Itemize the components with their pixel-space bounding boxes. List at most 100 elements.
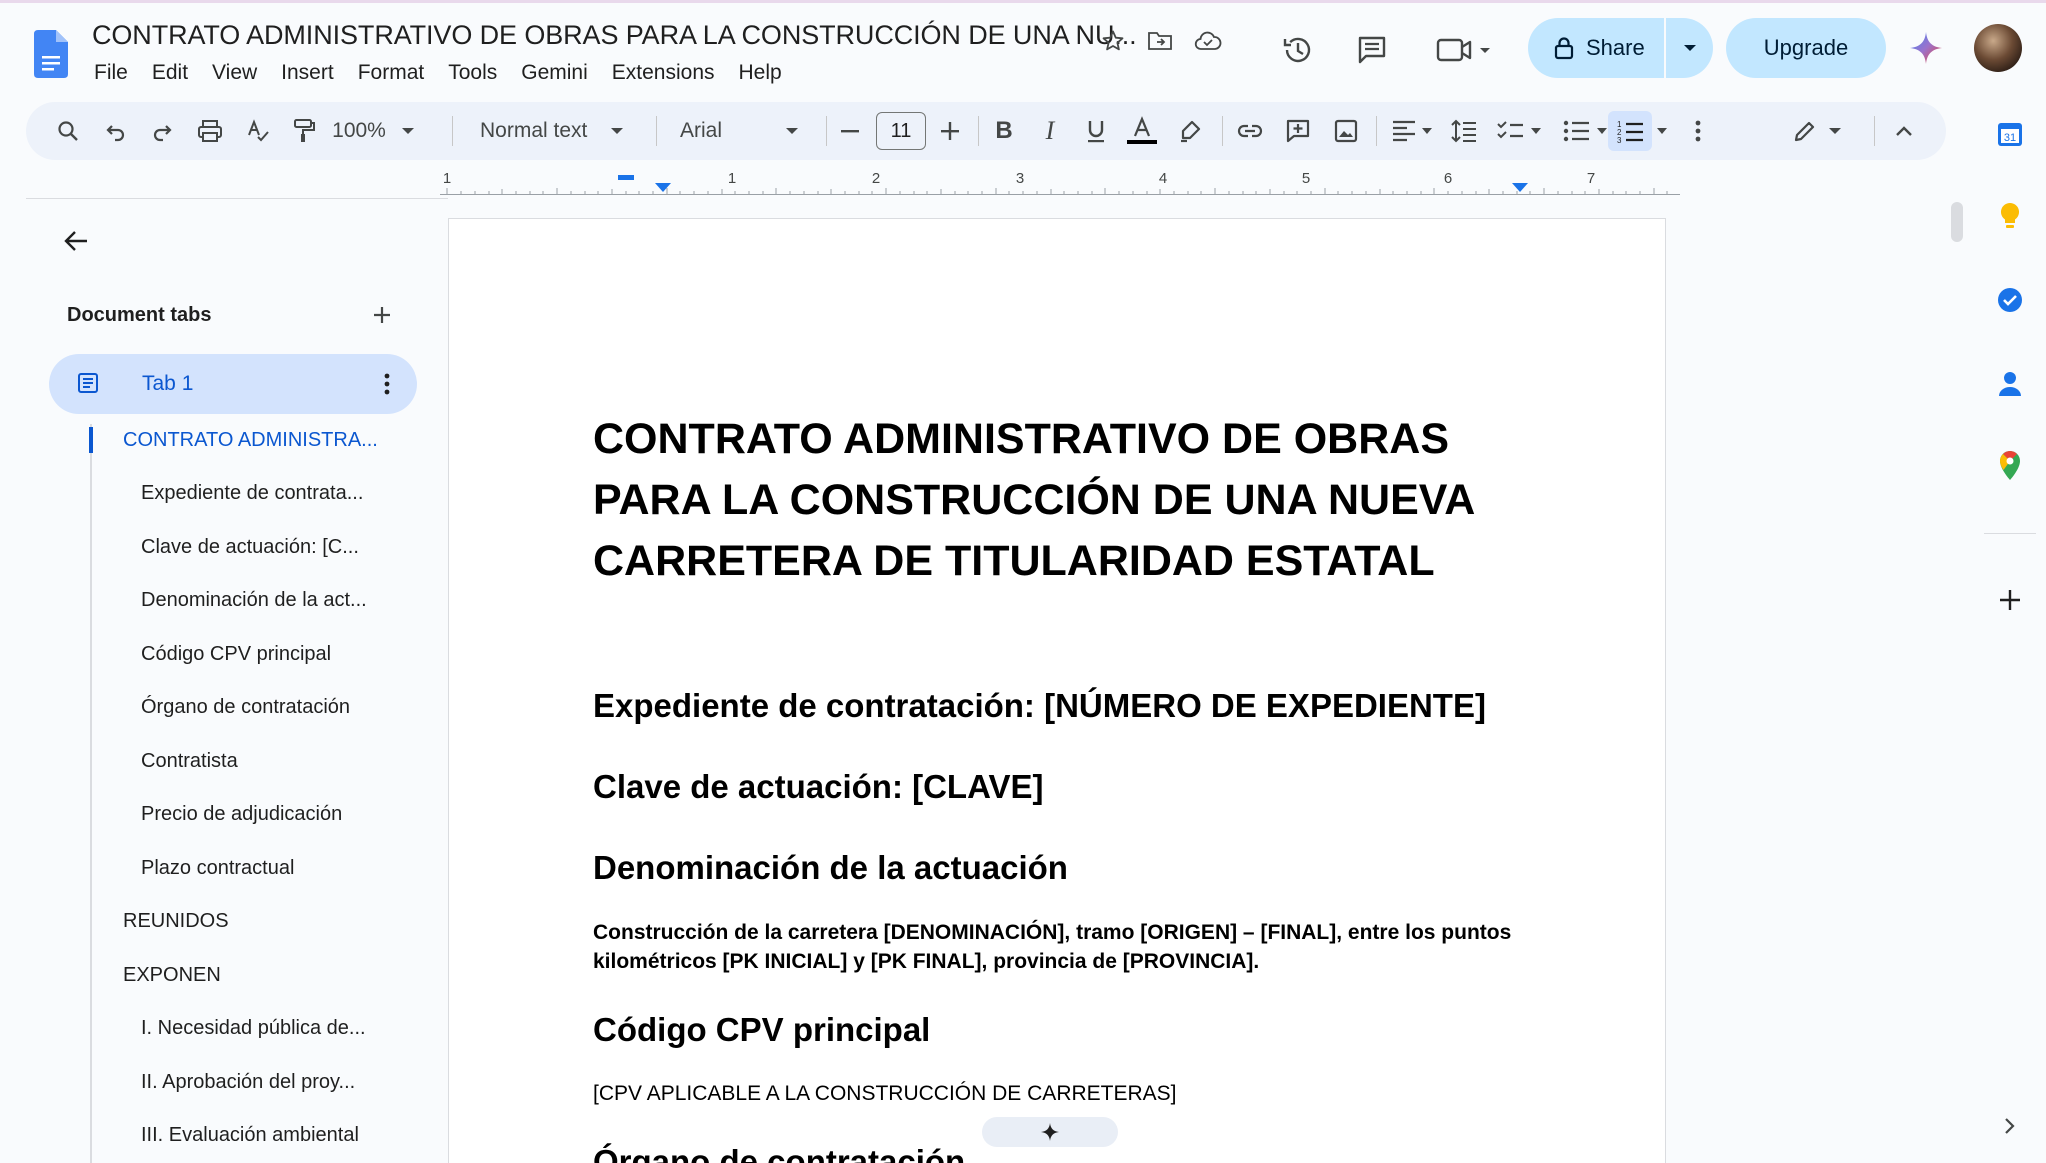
version-history-icon[interactable] xyxy=(1276,28,1320,72)
outline-item-aprobacion[interactable]: II. Aprobación del proy... xyxy=(141,1071,355,1094)
outline-item-expediente[interactable]: Expediente de contrata... xyxy=(141,482,363,505)
pencil-icon xyxy=(1794,121,1815,142)
heading-clave[interactable]: Clave de actuación: [CLAVE] xyxy=(593,768,1043,806)
editing-mode-select[interactable] xyxy=(1782,111,1852,151)
account-avatar[interactable] xyxy=(1974,24,2022,72)
gemini-icon[interactable] xyxy=(1908,30,1944,66)
move-to-folder-icon[interactable] xyxy=(1145,26,1175,56)
ruler-number: 1 xyxy=(442,170,452,187)
zoom-select[interactable]: 100% xyxy=(328,111,418,151)
gemini-assist-button[interactable] xyxy=(982,1117,1118,1147)
comments-icon[interactable] xyxy=(1350,28,1394,72)
share-dropdown-button[interactable] xyxy=(1666,18,1713,78)
line-spacing-icon[interactable] xyxy=(1444,111,1484,151)
calendar-day: 31 xyxy=(2004,132,2016,144)
redo-icon[interactable] xyxy=(142,111,182,151)
paragraph-style-select[interactable]: Normal text xyxy=(470,111,650,151)
document-title-heading[interactable]: CONTRATO ADMINISTRATIVO DE OBRAS PARA LA… xyxy=(593,409,1553,592)
spellcheck-icon[interactable] xyxy=(238,111,278,151)
keep-icon[interactable] xyxy=(1990,196,2030,236)
cloud-saved-icon[interactable] xyxy=(1193,26,1223,56)
heading-organo[interactable]: Órgano de contratación xyxy=(593,1143,965,1163)
ruler[interactable]: 1 1 2 3 4 5 6 7 xyxy=(440,170,1680,196)
docs-logo-icon[interactable] xyxy=(34,30,68,78)
vertical-scrollbar-thumb[interactable] xyxy=(1951,202,1963,242)
increase-font-size-icon[interactable] xyxy=(932,111,968,151)
tab-1[interactable]: Tab 1 xyxy=(49,354,417,414)
insert-comment-icon[interactable] xyxy=(1278,111,1318,151)
outline-item-denominacion[interactable]: Denominación de la act... xyxy=(141,589,367,612)
italic-icon[interactable]: I xyxy=(1030,111,1070,151)
document-title[interactable]: CONTRATO ADMINISTRATIVO DE OBRAS PARA LA… xyxy=(92,20,1137,51)
menu-view[interactable]: View xyxy=(200,58,269,88)
menu-file[interactable]: File xyxy=(82,58,140,88)
paragraph-denominacion[interactable]: Construcción de la carretera [DENOMINACI… xyxy=(593,918,1553,976)
paint-format-icon[interactable] xyxy=(284,111,324,151)
bold-icon[interactable]: B xyxy=(984,111,1024,151)
tasks-icon[interactable] xyxy=(1990,280,2030,320)
outline-item-clave[interactable]: Clave de actuación: [C... xyxy=(141,536,359,559)
decrease-font-size-icon[interactable] xyxy=(832,111,868,151)
insert-image-icon[interactable] xyxy=(1326,111,1366,151)
document-page[interactable]: CONTRATO ADMINISTRATIVO DE OBRAS PARA LA… xyxy=(448,218,1666,1163)
hide-side-panel-chevron-icon[interactable] xyxy=(1996,1112,2024,1140)
star-icon[interactable] xyxy=(1098,26,1128,56)
outline-item-title[interactable]: CONTRATO ADMINISTRA... xyxy=(123,429,378,452)
ruler-number: 6 xyxy=(1443,170,1453,187)
outline-item-evaluacion[interactable]: III. Evaluación ambiental xyxy=(141,1124,359,1147)
formatting-toolbar: 100% Normal text Arial 11 B I 1 2 3 xyxy=(26,102,1946,160)
share-main-button[interactable]: Share xyxy=(1528,18,1666,78)
get-add-ons-icon[interactable] xyxy=(1990,580,2030,620)
svg-text:3: 3 xyxy=(1617,136,1622,143)
calendar-icon[interactable]: 31 xyxy=(1990,114,2030,154)
search-menus-icon[interactable] xyxy=(48,111,88,151)
back-arrow-icon[interactable] xyxy=(56,221,96,261)
highlight-color-icon[interactable] xyxy=(1170,111,1210,151)
outline-item-plazo[interactable]: Plazo contractual xyxy=(141,857,294,880)
paragraph-cpv[interactable]: [CPV APLICABLE A LA CONSTRUCCIÓN DE CARR… xyxy=(593,1079,1553,1108)
heading-cpv[interactable]: Código CPV principal xyxy=(593,1011,930,1049)
numbered-list-dropdown[interactable] xyxy=(1652,111,1672,151)
caret-down-icon xyxy=(1829,128,1841,134)
contacts-icon[interactable] xyxy=(1990,364,2030,404)
outline-item-reunidos[interactable]: REUNIDOS xyxy=(123,910,229,933)
undo-icon[interactable] xyxy=(96,111,136,151)
font-family-value: Arial xyxy=(680,119,723,142)
caret-down-icon xyxy=(786,128,799,134)
outline-item-contratista[interactable]: Contratista xyxy=(141,750,238,773)
insert-link-icon[interactable] xyxy=(1230,111,1270,151)
add-tab-icon[interactable] xyxy=(364,297,400,333)
menu-help[interactable]: Help xyxy=(727,58,794,88)
font-size-input[interactable]: 11 xyxy=(876,112,926,150)
share-button[interactable]: Share xyxy=(1528,18,1713,78)
caret-down-icon xyxy=(611,128,624,134)
menu-format[interactable]: Format xyxy=(346,58,437,88)
heading-denominacion[interactable]: Denominación de la actuación xyxy=(593,849,1068,887)
outline-item-precio[interactable]: Precio de adjudicación xyxy=(141,803,342,826)
maps-icon[interactable] xyxy=(1990,446,2030,486)
outline-item-exponen[interactable]: EXPONEN xyxy=(123,964,221,987)
outline-item-organo[interactable]: Órgano de contratación xyxy=(141,696,350,719)
menu-insert[interactable]: Insert xyxy=(269,58,346,88)
menu-extensions[interactable]: Extensions xyxy=(600,58,727,88)
numbered-list-button[interactable]: 123 xyxy=(1608,111,1652,151)
bulleted-list-select[interactable] xyxy=(1554,111,1616,151)
menu-edit[interactable]: Edit xyxy=(140,58,200,88)
tab-options-icon[interactable] xyxy=(371,368,403,400)
text-color-icon[interactable] xyxy=(1122,111,1162,151)
align-select[interactable] xyxy=(1384,111,1440,151)
outline-item-necesidad[interactable]: I. Necesidad pública de... xyxy=(141,1017,366,1040)
upgrade-button[interactable]: Upgrade xyxy=(1726,18,1886,78)
heading-expediente[interactable]: Expediente de contratación: [NÚMERO DE E… xyxy=(593,687,1486,725)
menu-tools[interactable]: Tools xyxy=(436,58,509,88)
print-icon[interactable] xyxy=(190,111,230,151)
outline-item-cpv[interactable]: Código CPV principal xyxy=(141,643,331,666)
checklist-select[interactable] xyxy=(1488,111,1550,151)
meet-icon[interactable] xyxy=(1432,28,1502,72)
more-options-icon[interactable] xyxy=(1680,111,1716,151)
zoom-value: 100% xyxy=(332,119,386,142)
menu-gemini[interactable]: Gemini xyxy=(509,58,600,88)
underline-icon[interactable] xyxy=(1076,111,1116,151)
font-family-select[interactable]: Arial xyxy=(670,111,820,151)
hide-menus-chevron-up-icon[interactable] xyxy=(1884,111,1924,151)
